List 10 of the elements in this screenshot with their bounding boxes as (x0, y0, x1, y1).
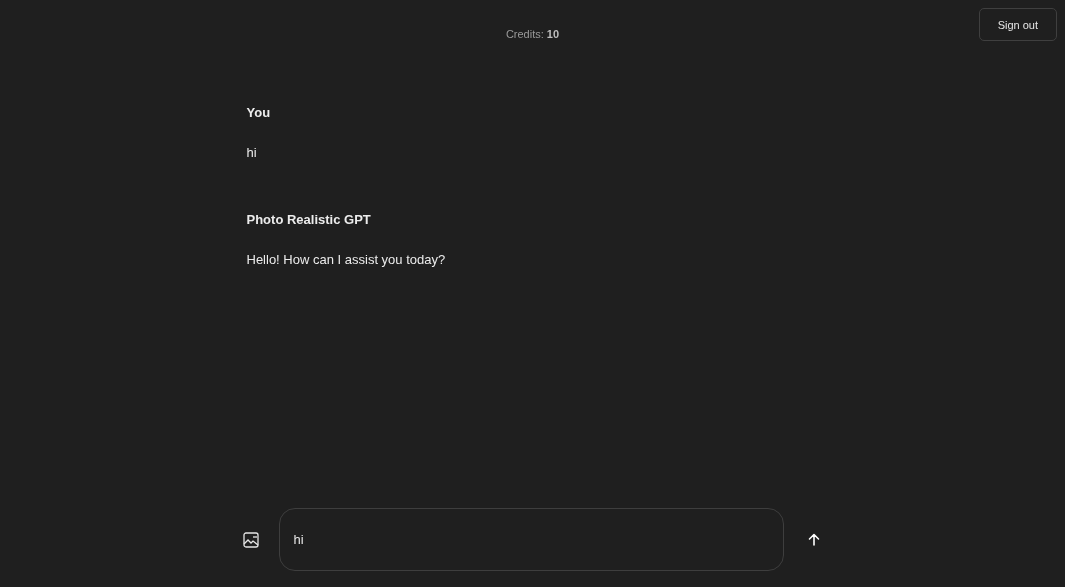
image-icon (243, 531, 260, 548)
message-text: hi (246, 145, 258, 160)
credits-text: Credits: 10 (505, 28, 560, 40)
sign-out-button[interactable]: Sign out (978, 8, 1057, 41)
arrow-up-icon (807, 533, 820, 546)
message-text: Hello! How can I assist you today? (246, 252, 447, 267)
message-input-field[interactable]: hi (279, 508, 784, 571)
image-upload-button[interactable] (241, 529, 262, 550)
sender-name: Photo Realistic GPT (246, 212, 372, 227)
sender-name: You (246, 105, 272, 120)
